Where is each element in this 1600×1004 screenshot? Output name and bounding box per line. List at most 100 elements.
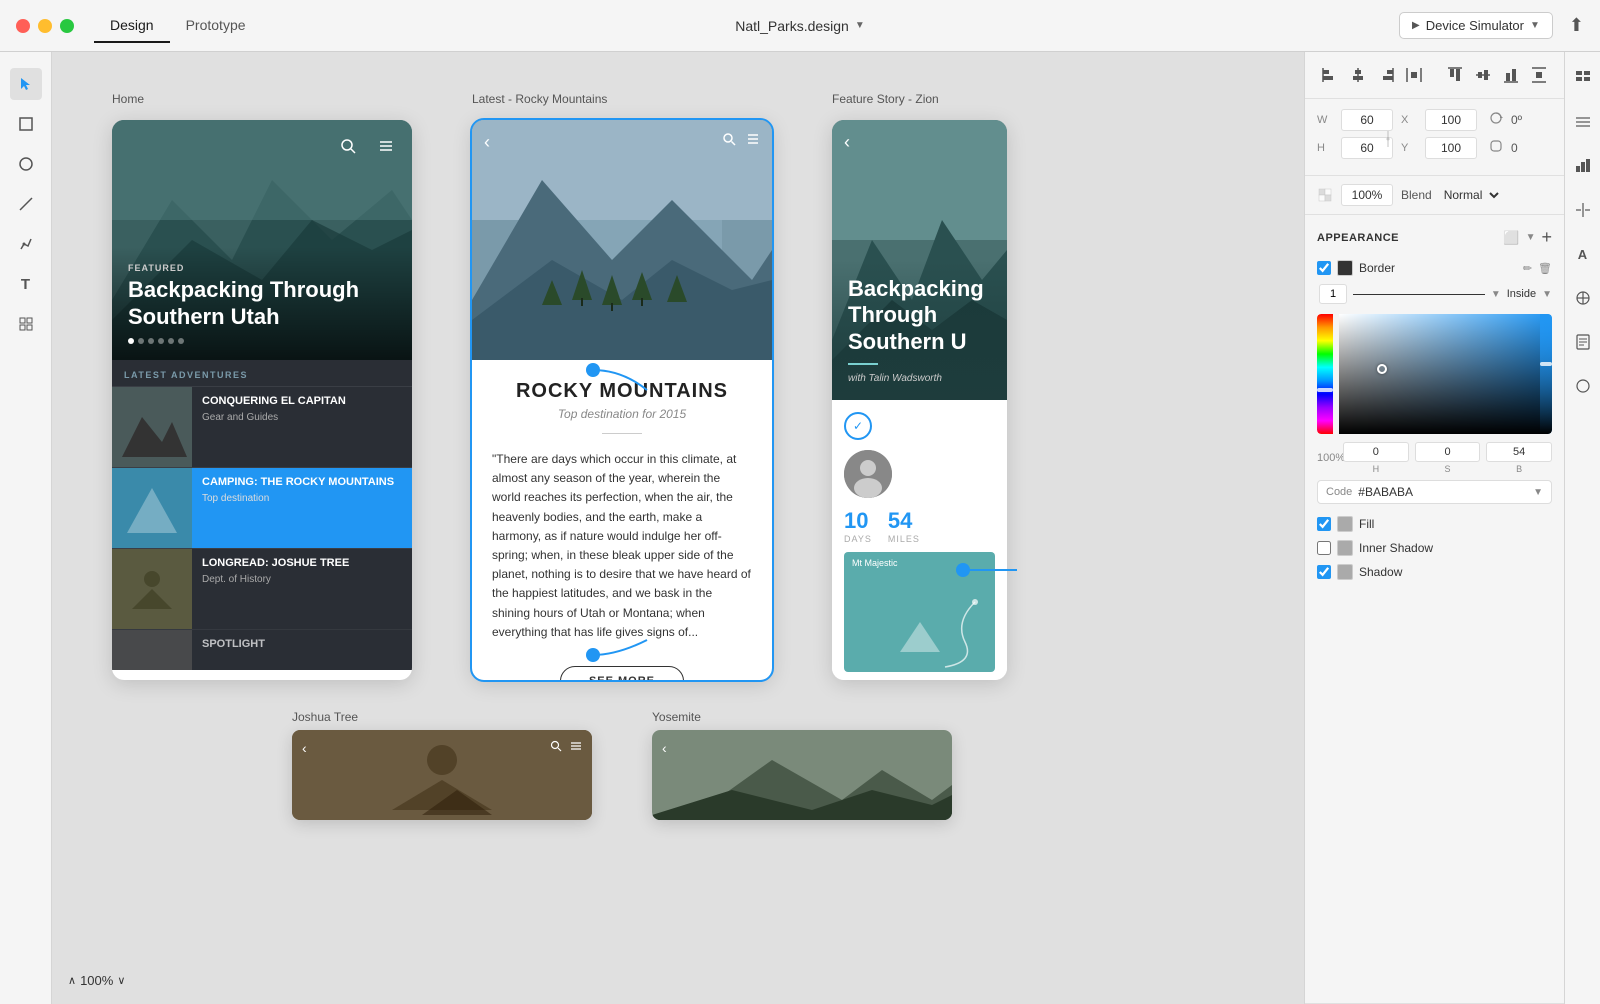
phone2-search-icon[interactable] [722, 132, 736, 149]
phone1-hero-overlay: FEATURED Backpacking Through Southern Ut… [112, 247, 412, 360]
tab-prototype[interactable]: Prototype [170, 9, 262, 43]
align-bottom-button[interactable] [1498, 62, 1524, 88]
distribute-h-button[interactable] [1401, 62, 1427, 88]
phone2-menu-icon[interactable] [746, 132, 760, 149]
symbol-tool[interactable] [10, 308, 42, 340]
phone4-back-icon[interactable]: ‹ [302, 740, 307, 756]
close-button[interactable] [16, 19, 30, 33]
dot-6[interactable] [178, 338, 184, 344]
hue-bar-vertical[interactable] [1317, 314, 1333, 434]
maximize-button[interactable] [60, 19, 74, 33]
rectangle-tool[interactable] [10, 108, 42, 140]
dot-3[interactable] [148, 338, 154, 344]
device-simulator-button[interactable]: ▶ Device Simulator ▼ [1399, 12, 1553, 39]
shadow-color-swatch[interactable] [1337, 564, 1353, 580]
x-input[interactable] [1425, 109, 1477, 131]
phone5-frame[interactable]: ‹ [652, 730, 952, 820]
alpha-bar-vertical[interactable] [1540, 314, 1552, 434]
border-checkbox[interactable] [1317, 261, 1331, 275]
dropdown-arrow-icon[interactable]: ▼ [1530, 20, 1540, 31]
phone-home[interactable]: FEATURED Backpacking Through Southern Ut… [112, 120, 412, 680]
phone1-hero-title: Backpacking Through Southern Utah [128, 277, 396, 330]
pen-tool[interactable] [10, 228, 42, 260]
list-item-1[interactable]: CONQUERING EL CAPITAN Gear and Guides [112, 386, 412, 467]
border-thickness-input[interactable] [1319, 284, 1347, 304]
phone4-frame[interactable]: ‹ [292, 730, 592, 820]
phone5-back-icon[interactable]: ‹ [662, 740, 667, 756]
border-align-expand-icon[interactable]: ▼ [1542, 289, 1552, 300]
lock-aspect-icon[interactable] [1383, 129, 1393, 154]
y-input[interactable] [1425, 137, 1477, 159]
dot-2[interactable] [138, 338, 144, 344]
blend-mode-select[interactable]: Normal Multiply Screen Overlay [1440, 187, 1502, 203]
circle-tool-icon[interactable] [1569, 372, 1597, 400]
appearance-header: APPEARANCE ⬜ ▼ + [1317, 227, 1552, 248]
layers-icon[interactable] [1569, 108, 1597, 136]
zoom-down-icon[interactable]: ∨ [117, 974, 125, 987]
align-middle-h-button[interactable] [1470, 62, 1496, 88]
fill-checkbox[interactable] [1317, 517, 1331, 531]
dot-4[interactable] [158, 338, 164, 344]
color-code-dropdown-icon[interactable]: ▼ [1533, 487, 1543, 498]
border-color-swatch[interactable] [1337, 260, 1353, 276]
search-icon[interactable] [334, 132, 362, 160]
alignment-tools [1305, 52, 1564, 99]
menu-icon[interactable] [372, 132, 400, 160]
text-tool[interactable]: T [10, 268, 42, 300]
border-delete-icon[interactable]: 🗑 [1538, 262, 1552, 275]
list-item-3[interactable]: LONGREAD: JOSHUE TREE Dept. of History [112, 548, 412, 629]
inspector-icon[interactable] [1569, 64, 1597, 92]
select-tool[interactable] [10, 68, 42, 100]
line-tool[interactable] [10, 188, 42, 220]
b-input[interactable] [1486, 442, 1552, 462]
inner-shadow-checkbox[interactable] [1317, 541, 1331, 555]
h-channel-label: H [1373, 464, 1380, 474]
hex-input[interactable] [1358, 485, 1527, 499]
color-gradient-field[interactable] [1317, 314, 1552, 434]
align-center-v-button[interactable] [1345, 62, 1371, 88]
inner-shadow-color-swatch[interactable] [1337, 540, 1353, 556]
phone2-back-button[interactable]: ‹ [484, 132, 490, 153]
divider-v-icon[interactable] [1569, 196, 1597, 224]
text-format-icon[interactable]: A [1569, 240, 1597, 268]
fill-color-swatch[interactable] [1337, 516, 1353, 532]
phone-feature-story[interactable]: ‹ Backpacking Through Southern U with Ta… [832, 120, 1007, 680]
h-input[interactable] [1343, 442, 1409, 462]
distribute-v-button[interactable] [1526, 62, 1552, 88]
color-picker-area: 100% H S B Code [1317, 314, 1552, 504]
border-edit-icon[interactable]: ✏ [1523, 262, 1532, 275]
chart-icon[interactable] [1569, 152, 1597, 180]
dot-1[interactable] [128, 338, 134, 344]
dot-5[interactable] [168, 338, 174, 344]
main-gradient [1339, 314, 1552, 434]
canvas-area[interactable]: Home Latest - Rocky Mountains Feature St… [52, 52, 1304, 1004]
minimize-button[interactable] [38, 19, 52, 33]
phone3-days-value: 10 [844, 508, 872, 534]
symbol-library-icon[interactable] [1569, 284, 1597, 312]
align-top-button[interactable] [1442, 62, 1468, 88]
list-item-2[interactable]: CAMPING: THE ROCKY MOUNTAINS Top destina… [112, 467, 412, 548]
phone4-menu-icon[interactable] [570, 740, 582, 752]
export-button[interactable]: ⬆ [1569, 15, 1584, 36]
phone4-search-icon[interactable] [550, 740, 562, 752]
add-appearance-button[interactable]: + [1541, 227, 1552, 248]
shadow-checkbox[interactable] [1317, 565, 1331, 579]
phone-rocky-mountains[interactable]: ‹ ROCKY MOUNTAINS Top destination for 20… [472, 120, 772, 680]
oval-tool[interactable] [10, 148, 42, 180]
appearance-dropdown-icon[interactable]: ▼ [1526, 232, 1536, 243]
color-code-label: Code [1326, 486, 1352, 498]
title-dropdown-arrow[interactable]: ▼ [855, 20, 865, 31]
align-right-button[interactable] [1373, 62, 1399, 88]
opacity-input[interactable] [1341, 184, 1393, 206]
align-left-button[interactable] [1317, 62, 1343, 88]
list-item-4[interactable]: SPOTLIGHT [112, 629, 412, 670]
doc-icon[interactable] [1569, 328, 1597, 356]
phone2-see-more-button[interactable]: SEE MORE [560, 666, 684, 680]
copy-appearance-icon[interactable]: ⬜ [1503, 230, 1519, 246]
tab-design[interactable]: Design [94, 9, 170, 43]
width-input[interactable] [1341, 109, 1393, 131]
corners-value: 0 [1511, 141, 1518, 155]
zoom-up-icon[interactable]: ∧ [68, 974, 76, 987]
s-input[interactable] [1415, 442, 1481, 462]
phone3-back-button[interactable]: ‹ [844, 132, 850, 153]
